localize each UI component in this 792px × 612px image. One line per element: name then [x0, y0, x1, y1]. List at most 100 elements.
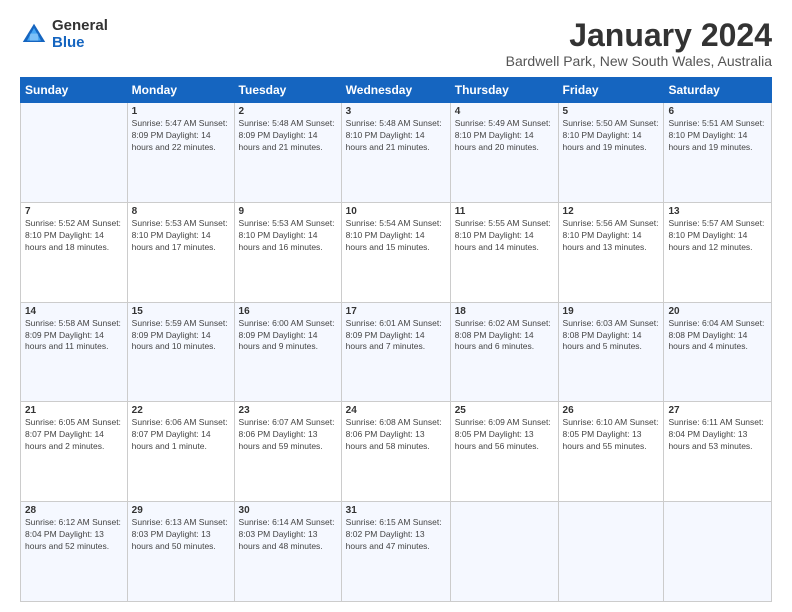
day-info: Sunrise: 6:14 AM Sunset: 8:03 PM Dayligh…	[239, 517, 337, 553]
logo-general: General	[52, 18, 108, 35]
day-info: Sunrise: 6:07 AM Sunset: 8:06 PM Dayligh…	[239, 417, 337, 453]
table-row: 12Sunrise: 5:56 AM Sunset: 8:10 PM Dayli…	[558, 202, 664, 302]
day-info: Sunrise: 5:57 AM Sunset: 8:10 PM Dayligh…	[668, 218, 767, 254]
logo-blue: Blue	[52, 35, 108, 52]
page: General Blue January 2024 Bardwell Park,…	[0, 0, 792, 612]
day-info: Sunrise: 6:00 AM Sunset: 8:09 PM Dayligh…	[239, 318, 337, 354]
week-row-3: 14Sunrise: 5:58 AM Sunset: 8:09 PM Dayli…	[21, 302, 772, 402]
day-info: Sunrise: 6:06 AM Sunset: 8:07 PM Dayligh…	[132, 417, 230, 453]
day-info: Sunrise: 5:56 AM Sunset: 8:10 PM Dayligh…	[563, 218, 660, 254]
day-info: Sunrise: 5:49 AM Sunset: 8:10 PM Dayligh…	[455, 118, 554, 154]
col-tuesday: Tuesday	[234, 78, 341, 103]
day-number: 13	[668, 206, 767, 217]
day-number: 4	[455, 106, 554, 117]
day-number: 8	[132, 206, 230, 217]
day-number: 21	[25, 405, 123, 416]
table-row	[558, 502, 664, 602]
table-row: 2Sunrise: 5:48 AM Sunset: 8:09 PM Daylig…	[234, 103, 341, 203]
day-number: 14	[25, 306, 123, 317]
day-info: Sunrise: 5:47 AM Sunset: 8:09 PM Dayligh…	[132, 118, 230, 154]
day-number: 27	[668, 405, 767, 416]
day-number: 5	[563, 106, 660, 117]
day-number: 30	[239, 505, 337, 516]
col-friday: Friday	[558, 78, 664, 103]
day-info: Sunrise: 6:11 AM Sunset: 8:04 PM Dayligh…	[668, 417, 767, 453]
day-number: 29	[132, 505, 230, 516]
day-number: 6	[668, 106, 767, 117]
table-row: 29Sunrise: 6:13 AM Sunset: 8:03 PM Dayli…	[127, 502, 234, 602]
table-row: 1Sunrise: 5:47 AM Sunset: 8:09 PM Daylig…	[127, 103, 234, 203]
day-info: Sunrise: 6:12 AM Sunset: 8:04 PM Dayligh…	[25, 517, 123, 553]
day-number: 12	[563, 206, 660, 217]
table-row: 28Sunrise: 6:12 AM Sunset: 8:04 PM Dayli…	[21, 502, 128, 602]
day-info: Sunrise: 6:02 AM Sunset: 8:08 PM Dayligh…	[455, 318, 554, 354]
table-row: 26Sunrise: 6:10 AM Sunset: 8:05 PM Dayli…	[558, 402, 664, 502]
month-title: January 2024	[506, 18, 772, 53]
day-info: Sunrise: 6:01 AM Sunset: 8:09 PM Dayligh…	[346, 318, 446, 354]
table-row: 6Sunrise: 5:51 AM Sunset: 8:10 PM Daylig…	[664, 103, 772, 203]
week-row-4: 21Sunrise: 6:05 AM Sunset: 8:07 PM Dayli…	[21, 402, 772, 502]
day-number: 19	[563, 306, 660, 317]
header: General Blue January 2024 Bardwell Park,…	[20, 18, 772, 69]
day-number: 7	[25, 206, 123, 217]
day-info: Sunrise: 5:53 AM Sunset: 8:10 PM Dayligh…	[239, 218, 337, 254]
logo-icon	[20, 21, 48, 49]
table-row: 21Sunrise: 6:05 AM Sunset: 8:07 PM Dayli…	[21, 402, 128, 502]
day-number: 22	[132, 405, 230, 416]
col-wednesday: Wednesday	[341, 78, 450, 103]
day-number: 23	[239, 405, 337, 416]
day-info: Sunrise: 6:09 AM Sunset: 8:05 PM Dayligh…	[455, 417, 554, 453]
table-row: 15Sunrise: 5:59 AM Sunset: 8:09 PM Dayli…	[127, 302, 234, 402]
day-info: Sunrise: 5:52 AM Sunset: 8:10 PM Dayligh…	[25, 218, 123, 254]
day-info: Sunrise: 6:03 AM Sunset: 8:08 PM Dayligh…	[563, 318, 660, 354]
day-info: Sunrise: 5:48 AM Sunset: 8:10 PM Dayligh…	[346, 118, 446, 154]
logo-text: General Blue	[52, 18, 108, 51]
table-row: 31Sunrise: 6:15 AM Sunset: 8:02 PM Dayli…	[341, 502, 450, 602]
col-sunday: Sunday	[21, 78, 128, 103]
table-row: 11Sunrise: 5:55 AM Sunset: 8:10 PM Dayli…	[450, 202, 558, 302]
table-row: 16Sunrise: 6:00 AM Sunset: 8:09 PM Dayli…	[234, 302, 341, 402]
day-number: 20	[668, 306, 767, 317]
day-number: 10	[346, 206, 446, 217]
day-number: 15	[132, 306, 230, 317]
day-number: 11	[455, 206, 554, 217]
day-info: Sunrise: 6:15 AM Sunset: 8:02 PM Dayligh…	[346, 517, 446, 553]
day-info: Sunrise: 5:48 AM Sunset: 8:09 PM Dayligh…	[239, 118, 337, 154]
table-row	[450, 502, 558, 602]
day-number: 31	[346, 505, 446, 516]
day-info: Sunrise: 5:58 AM Sunset: 8:09 PM Dayligh…	[25, 318, 123, 354]
day-number: 9	[239, 206, 337, 217]
table-row: 8Sunrise: 5:53 AM Sunset: 8:10 PM Daylig…	[127, 202, 234, 302]
day-info: Sunrise: 5:51 AM Sunset: 8:10 PM Dayligh…	[668, 118, 767, 154]
day-info: Sunrise: 6:05 AM Sunset: 8:07 PM Dayligh…	[25, 417, 123, 453]
day-info: Sunrise: 6:13 AM Sunset: 8:03 PM Dayligh…	[132, 517, 230, 553]
col-monday: Monday	[127, 78, 234, 103]
table-row: 24Sunrise: 6:08 AM Sunset: 8:06 PM Dayli…	[341, 402, 450, 502]
day-info: Sunrise: 5:50 AM Sunset: 8:10 PM Dayligh…	[563, 118, 660, 154]
table-row: 17Sunrise: 6:01 AM Sunset: 8:09 PM Dayli…	[341, 302, 450, 402]
header-row: Sunday Monday Tuesday Wednesday Thursday…	[21, 78, 772, 103]
table-row	[21, 103, 128, 203]
day-number: 1	[132, 106, 230, 117]
table-row: 10Sunrise: 5:54 AM Sunset: 8:10 PM Dayli…	[341, 202, 450, 302]
week-row-2: 7Sunrise: 5:52 AM Sunset: 8:10 PM Daylig…	[21, 202, 772, 302]
table-row: 19Sunrise: 6:03 AM Sunset: 8:08 PM Dayli…	[558, 302, 664, 402]
table-row: 20Sunrise: 6:04 AM Sunset: 8:08 PM Dayli…	[664, 302, 772, 402]
day-number: 16	[239, 306, 337, 317]
week-row-5: 28Sunrise: 6:12 AM Sunset: 8:04 PM Dayli…	[21, 502, 772, 602]
table-row: 3Sunrise: 5:48 AM Sunset: 8:10 PM Daylig…	[341, 103, 450, 203]
day-number: 2	[239, 106, 337, 117]
table-row	[664, 502, 772, 602]
table-row: 13Sunrise: 5:57 AM Sunset: 8:10 PM Dayli…	[664, 202, 772, 302]
table-row: 18Sunrise: 6:02 AM Sunset: 8:08 PM Dayli…	[450, 302, 558, 402]
day-number: 25	[455, 405, 554, 416]
day-info: Sunrise: 5:54 AM Sunset: 8:10 PM Dayligh…	[346, 218, 446, 254]
table-row: 7Sunrise: 5:52 AM Sunset: 8:10 PM Daylig…	[21, 202, 128, 302]
table-row: 9Sunrise: 5:53 AM Sunset: 8:10 PM Daylig…	[234, 202, 341, 302]
day-info: Sunrise: 6:08 AM Sunset: 8:06 PM Dayligh…	[346, 417, 446, 453]
title-block: January 2024 Bardwell Park, New South Wa…	[506, 18, 772, 69]
day-info: Sunrise: 6:04 AM Sunset: 8:08 PM Dayligh…	[668, 318, 767, 354]
table-row: 23Sunrise: 6:07 AM Sunset: 8:06 PM Dayli…	[234, 402, 341, 502]
table-row: 27Sunrise: 6:11 AM Sunset: 8:04 PM Dayli…	[664, 402, 772, 502]
day-number: 17	[346, 306, 446, 317]
